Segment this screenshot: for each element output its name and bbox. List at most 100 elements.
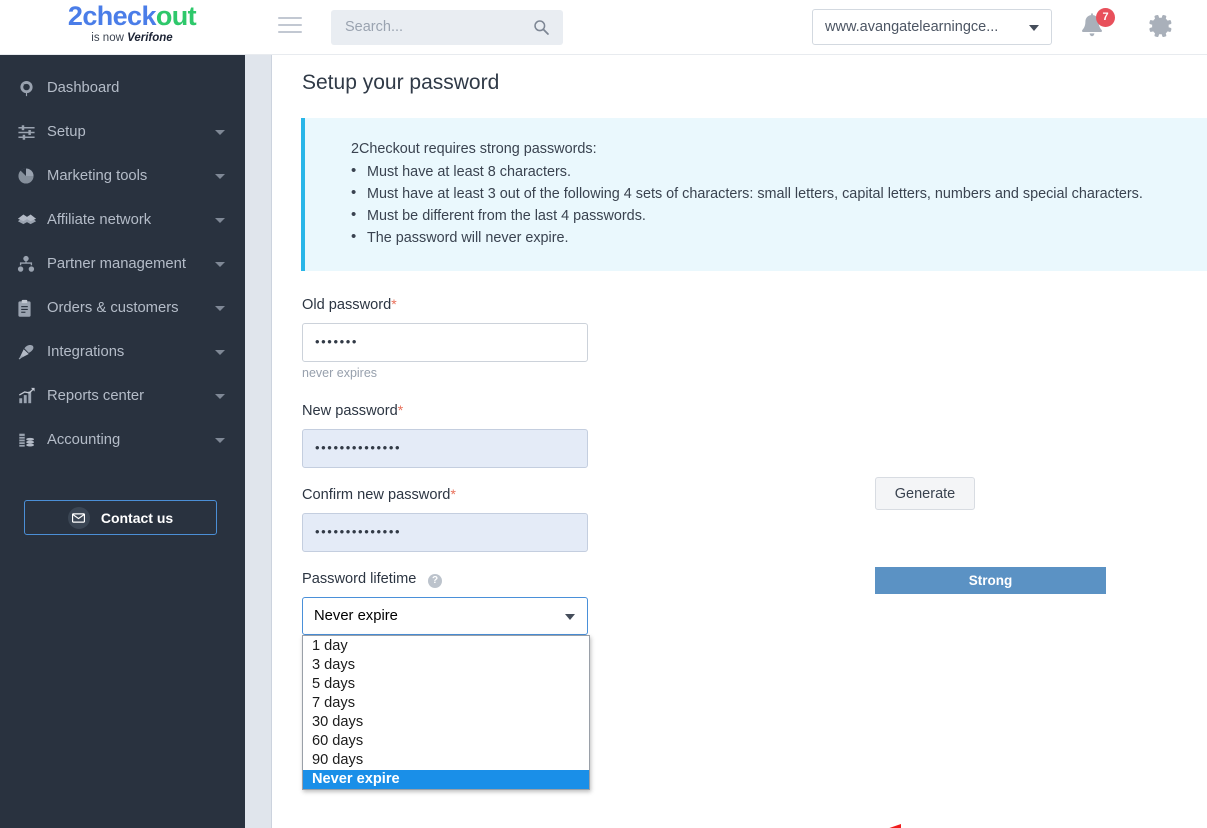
infobox-rule-list: Must have at least 8 characters. Must ha… [345, 160, 1143, 249]
dropdown-option-selected[interactable]: Never expire [303, 770, 589, 789]
question-mark-icon[interactable]: ? [428, 574, 442, 588]
chevron-down-icon [565, 614, 575, 620]
search-input[interactable]: Search... [331, 10, 563, 45]
old-password-label: Old password* [302, 296, 397, 313]
coins-icon [17, 430, 39, 450]
brand-logo[interactable]: 2checkout is now Verifone [42, 3, 222, 45]
hamburger-bar [278, 17, 302, 19]
search-placeholder: Search... [345, 19, 404, 35]
old-password-helper-text: never expires [302, 366, 378, 380]
notification-count-badge: 7 [1096, 8, 1115, 27]
sidebar-item-partner-management[interactable]: Partner management [0, 242, 245, 286]
sidebar-item-label: Dashboard [47, 80, 120, 96]
logo-wordmark: 2checkout [42, 3, 222, 30]
handshake-icon [17, 210, 39, 230]
list-item: Must have at least 3 out of the followin… [351, 182, 1143, 205]
dropdown-option[interactable]: 30 days [303, 713, 589, 732]
sidebar-item-dashboard[interactable]: Dashboard [0, 66, 245, 110]
hamburger-bar [278, 24, 302, 26]
dropdown-option[interactable]: 90 days [303, 751, 589, 770]
sidebar-item-label: Affiliate network [47, 212, 152, 228]
sidebar-item-label: Setup [47, 124, 86, 140]
dropdown-option[interactable]: 3 days [303, 656, 589, 675]
sidebar-item-label: Orders & customers [47, 300, 179, 316]
chevron-down-icon [215, 350, 225, 355]
list-item: Must be different from the last 4 passwo… [351, 204, 1143, 227]
sidebar-item-integrations[interactable]: Integrations [0, 330, 245, 374]
settings-button[interactable] [1146, 12, 1174, 45]
chevron-down-icon [215, 262, 225, 267]
old-password-field[interactable]: ••••••• [302, 323, 588, 362]
chevron-down-icon [215, 306, 225, 311]
generate-password-button[interactable]: Generate [875, 477, 975, 510]
sidebar-item-label: Accounting [47, 432, 121, 448]
clipboard-icon [17, 298, 39, 318]
top-bar: 2checkout is now Verifone Search... www.… [0, 0, 1207, 55]
password-requirements-infobox: 2Checkout requires strong passwords: Mus… [301, 118, 1207, 271]
password-lifetime-label-text: Password lifetime [302, 571, 417, 587]
contact-us-button[interactable]: Contact us [24, 500, 217, 535]
password-lifetime-select[interactable]: Never expire [302, 597, 588, 635]
sidebar-item-accounting[interactable]: Accounting [0, 418, 245, 462]
logo-text-green: out [155, 1, 197, 31]
infobox-heading: 2Checkout requires strong passwords: [351, 141, 597, 157]
sidebar-item-affiliate-network[interactable]: Affiliate network [0, 198, 245, 242]
contact-us-label: Contact us [100, 509, 174, 526]
envelope-icon [67, 506, 90, 529]
sidebar-nav: Dashboard Setup Marketing tools Affiliat… [0, 55, 245, 828]
bar-chart-icon [17, 386, 39, 406]
logo-tagline-brand: Verifone [127, 32, 173, 44]
logo-text-blue: 2check [67, 1, 157, 31]
list-item: The password will never expire. [351, 226, 1143, 249]
password-strength-label: Strong [968, 573, 1013, 588]
hamburger-bar [278, 31, 302, 33]
required-marker: * [397, 402, 404, 418]
chevron-down-icon [215, 174, 225, 179]
site-selector-value: www.avangatelearningce... [825, 19, 999, 35]
dropdown-option[interactable]: 1 day [303, 637, 589, 656]
hamburger-menu-icon[interactable] [278, 17, 302, 37]
red-left-arrow-annotation [889, 824, 901, 828]
dropdown-option[interactable]: 60 days [303, 732, 589, 751]
sidebar-item-orders-customers[interactable]: Orders & customers [0, 286, 245, 330]
list-item: Must have at least 8 characters. [351, 160, 1143, 183]
main-content: Setup your password 2Checkout requires s… [273, 55, 1207, 828]
notifications-button[interactable]: 7 [1079, 8, 1115, 45]
sidebar-item-reports-center[interactable]: Reports center [0, 374, 245, 418]
chevron-down-icon [215, 438, 225, 443]
page-title: Setup your password [302, 71, 500, 94]
new-password-field[interactable]: •••••••••••••• [302, 429, 588, 468]
sidebar-item-label: Marketing tools [47, 168, 148, 184]
sliders-icon [17, 122, 39, 142]
sidebar-item-label: Partner management [47, 256, 187, 272]
password-lifetime-label: Password lifetime [302, 571, 416, 587]
sidebar-item-setup[interactable]: Setup [0, 110, 245, 154]
confirm-password-value: •••••••••••••• [315, 524, 402, 539]
plug-icon [17, 342, 39, 362]
password-lifetime-options-list: 1 day 3 days 5 days 7 days 30 days 60 da… [302, 635, 590, 790]
chevron-down-icon [1029, 25, 1039, 31]
confirm-password-field[interactable]: •••••••••••••• [302, 513, 588, 552]
chevron-down-icon [215, 394, 225, 399]
new-password-label-text: New password [302, 403, 398, 419]
password-lifetime-selected-value: Never expire [314, 608, 398, 624]
sidebar-item-marketing-tools[interactable]: Marketing tools [0, 154, 245, 198]
dashboard-icon [17, 78, 39, 98]
logo-tagline-pre: is now [91, 32, 128, 44]
chevron-down-icon [215, 218, 225, 223]
question-mark-glyph: ? [431, 575, 439, 586]
dropdown-option[interactable]: 5 days [303, 675, 589, 694]
settings-gear-icon [1149, 14, 1172, 38]
search-icon[interactable] [533, 19, 550, 36]
old-password-value: ••••••• [315, 334, 359, 349]
content-gutter [245, 55, 272, 828]
org-chart-icon [17, 254, 39, 274]
new-password-label: New password* [302, 402, 403, 419]
site-selector-dropdown[interactable]: www.avangatelearningce... [812, 9, 1052, 45]
app-root: 2checkout is now Verifone Search... www.… [0, 0, 1207, 828]
old-password-label-text: Old password [302, 297, 392, 313]
password-strength-indicator: Strong [875, 567, 1106, 594]
chevron-down-icon [215, 130, 225, 135]
dropdown-option[interactable]: 7 days [303, 694, 589, 713]
generate-button-label: Generate [894, 485, 956, 502]
